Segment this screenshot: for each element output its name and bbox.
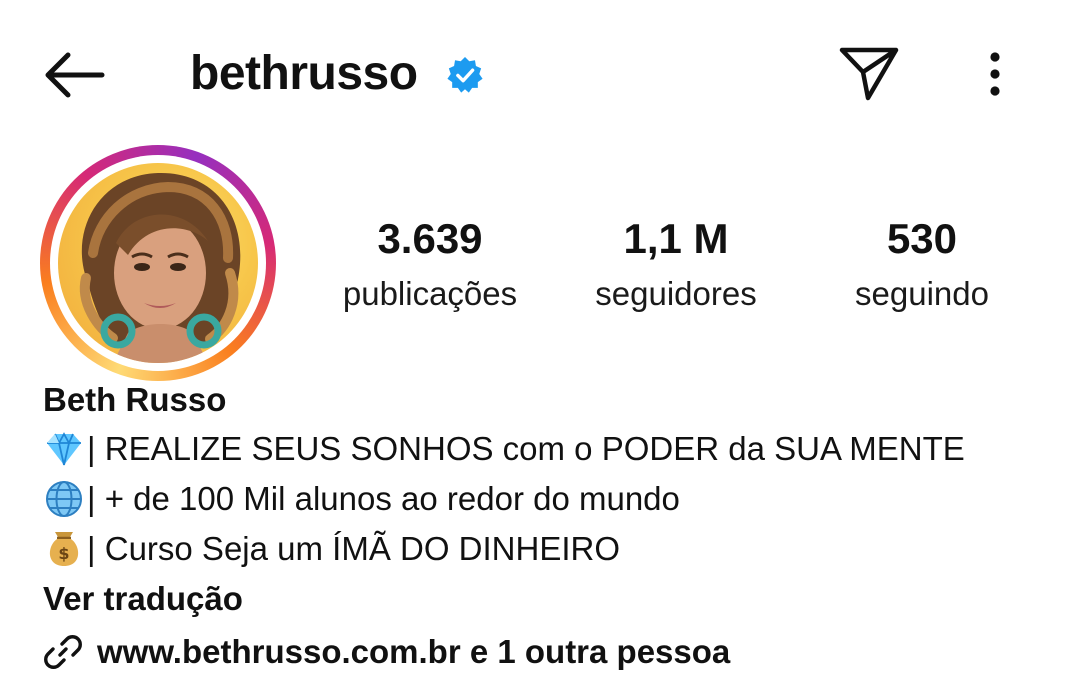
posts-count: 3.639 xyxy=(377,215,483,262)
vertical-dots-icon xyxy=(990,52,1000,96)
globe-icon xyxy=(46,481,82,517)
see-translation-link[interactable]: Ver tradução xyxy=(43,574,1053,624)
stat-posts[interactable]: 3.639 publicações xyxy=(320,212,540,322)
followers-label: seguidores xyxy=(595,275,757,312)
external-link[interactable]: www.bethrusso.com.br e 1 outra pessoa xyxy=(43,624,1053,680)
posts-label: publicações xyxy=(342,275,518,312)
bio-line: | REALIZE SEUS SONHOS com o PODER da SUA… xyxy=(43,424,1053,474)
profile-bio: Beth Russo | REALIZE SEUS SONHOS com o P… xyxy=(43,376,1053,680)
stat-followers[interactable]: 1,1 M seguidores xyxy=(566,212,786,322)
arrow-left-icon xyxy=(45,52,105,98)
bio-line-text: | Curso Seja um ÍMÃ DO DINHEIRO xyxy=(87,530,621,567)
bio-line-text: | REALIZE SEUS SONHOS com o PODER da SUA… xyxy=(87,430,965,467)
svg-text:$: $ xyxy=(58,544,69,563)
stat-following[interactable]: 530 seguindo xyxy=(812,212,1032,322)
profile-display-name: Beth Russo xyxy=(43,381,227,418)
bio-line: | + de 100 Mil alunos ao redor do mundo xyxy=(43,474,1053,524)
money-bag-icon: $ xyxy=(49,532,79,566)
profile-avatar-story-ring[interactable] xyxy=(40,145,276,381)
profile-page: bethrusso 3.639 publicações 1,1 M seguid… xyxy=(0,0,1080,700)
avatar xyxy=(58,163,258,363)
bio-line-text: | + de 100 Mil alunos ao redor do mundo xyxy=(87,480,680,517)
gem-icon xyxy=(47,432,81,466)
send-message-button[interactable] xyxy=(836,42,902,104)
followers-count: 1,1 M xyxy=(623,215,729,262)
paper-plane-icon xyxy=(839,47,899,101)
more-options-button[interactable] xyxy=(975,48,1015,102)
bio-line: $ | Curso Seja um ÍMÃ DO DINHEIRO xyxy=(43,524,1053,574)
external-link-text: www.bethrusso.com.br e 1 outra pessoa xyxy=(97,633,731,670)
profile-header: bethrusso xyxy=(0,0,1080,150)
avatar-portrait-illustration xyxy=(79,172,241,363)
back-button[interactable] xyxy=(38,45,108,105)
link-icon xyxy=(44,635,82,669)
following-label: seguindo xyxy=(855,275,989,312)
verified-badge-icon xyxy=(446,56,484,94)
profile-username: bethrusso xyxy=(190,47,418,100)
avatar-border xyxy=(50,155,266,371)
following-count: 530 xyxy=(886,215,958,262)
